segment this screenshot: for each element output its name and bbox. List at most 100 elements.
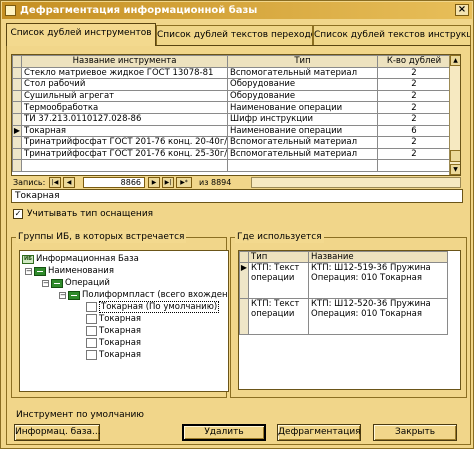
collapse-box-icon[interactable]: −	[25, 268, 32, 275]
tab-tool-duplicates[interactable]: Список дублей инструментов	[6, 23, 156, 46]
cell-type[interactable]: Оборудование	[227, 89, 378, 103]
tree-node-label: Токарная	[99, 350, 142, 360]
usage-row[interactable]: КТП: Текст операции КТП: Ш12-520-36 Пружи…	[239, 298, 448, 335]
prev-record-icon[interactable]: ◀	[63, 177, 75, 188]
cell-name[interactable]: Токарная	[21, 124, 228, 138]
item-icon	[86, 314, 97, 324]
usage-panel-title: Где используется	[235, 231, 324, 243]
cell-count[interactable]: 2	[377, 136, 451, 149]
row-selector[interactable]	[12, 89, 22, 103]
cell-count[interactable]: 2	[377, 101, 451, 114]
row-selector[interactable]	[12, 101, 22, 114]
table-row-current[interactable]: ▶ Токарная Наименование операции 6	[12, 124, 451, 138]
table-row[interactable]: Тринатрийфосфат ГОСТ 201-76 конц. 20-40г…	[12, 136, 451, 149]
cell-type[interactable]: Вспомогательный материал	[227, 66, 378, 80]
usage-name-cell[interactable]: КТП: Ш12-520-36 Пружина Операция: 010 То…	[308, 298, 448, 335]
cell-type[interactable]: Вспомогательный материал	[227, 136, 378, 149]
cell-name[interactable]: Тринатрийфосфат ГОСТ 201-76 конц. 25-30г…	[21, 147, 228, 161]
column-header-type[interactable]: Тип	[227, 55, 378, 68]
column-header-usage-name[interactable]: Название	[308, 251, 448, 263]
cell-count[interactable]: 2	[377, 78, 451, 91]
cell-name[interactable]: Тринатрийфосфат ГОСТ 201-76 конц. 20-40г…	[21, 136, 228, 149]
table-row[interactable]	[12, 159, 451, 172]
tree-node-polyformplast[interactable]: − Полиформпласт (всего вхождений	[59, 290, 228, 301]
cell-type[interactable]: Наименование операции	[227, 124, 378, 138]
tree-node-item[interactable]: Токарная (По умолчанию)	[86, 301, 220, 313]
row-selector[interactable]	[12, 66, 22, 80]
close-button[interactable]: Закрыть	[373, 424, 457, 441]
delete-button[interactable]: Удалить	[182, 424, 266, 441]
current-row-marker[interactable]: ▶	[239, 262, 249, 299]
tab-instruction-text-duplicates[interactable]: Список дублей текстов инструкций	[313, 25, 471, 45]
cell-type[interactable]: Наименование операции	[227, 101, 378, 114]
table-row[interactable]: Тринатрийфосфат ГОСТ 201-76 конц. 25-30г…	[12, 147, 451, 161]
tree-node-item[interactable]: Токарная	[86, 326, 141, 337]
row-selector[interactable]	[12, 78, 22, 91]
cell-count[interactable]: 6	[377, 124, 451, 138]
first-record-icon[interactable]: |◀	[49, 177, 61, 188]
row-selector[interactable]	[12, 147, 22, 161]
usage-type-cell[interactable]: КТП: Текст операции	[248, 298, 309, 335]
table-row[interactable]: Термообработка Наименование операции 2	[12, 101, 451, 114]
collapse-box-icon[interactable]: −	[59, 292, 66, 299]
row-selector[interactable]	[239, 298, 249, 335]
scroll-down-arrow-icon[interactable]: ▼	[450, 164, 460, 175]
table-row[interactable]: Сушильный агрегат Оборудование 2	[12, 89, 451, 103]
scroll-up-arrow-icon[interactable]: ▲	[450, 55, 460, 66]
tree-node-operations[interactable]: − Операций	[42, 278, 110, 289]
tree-node-item[interactable]: Токарная	[86, 350, 141, 361]
collapse-box-icon[interactable]: −	[42, 280, 49, 287]
current-record-field[interactable]: 8866	[83, 177, 145, 188]
groups-panel-title: Группы ИБ, в которых встречается	[16, 231, 187, 243]
cell-name[interactable]: ТИ 37.213.0110127.028-86	[21, 112, 228, 126]
column-header-name[interactable]: Название инструмента	[21, 55, 228, 68]
cell-count[interactable]	[377, 159, 451, 172]
row-selector[interactable]	[12, 159, 22, 172]
tool-name-field[interactable]: Токарная	[11, 189, 463, 203]
cell-count[interactable]: 2	[377, 147, 451, 161]
tree-node-item[interactable]: Токарная	[86, 338, 141, 349]
row-selector[interactable]	[12, 136, 22, 149]
usage-name-cell[interactable]: КТП: Ш12-519-36 Пружина Операция: 010 То…	[308, 262, 448, 299]
new-record-icon[interactable]: ▶*	[176, 177, 192, 188]
cell-type[interactable]: Вспомогательный материал	[227, 147, 378, 161]
tab-transition-text-duplicates[interactable]: Список дублей текстов переходов	[156, 25, 313, 45]
consider-type-option[interactable]: ✓ Учитывать тип оснащения	[13, 208, 153, 220]
row-selector[interactable]	[12, 112, 22, 126]
tree-node-item[interactable]: Токарная	[86, 314, 141, 325]
duplicates-grid[interactable]: Название инструмента Тип К-во дублей Сте…	[11, 54, 461, 176]
table-row[interactable]: Стол рабочий Оборудование 2	[12, 78, 451, 91]
info-base-button[interactable]: Информац. база...	[14, 424, 101, 441]
cell-name[interactable]: Стол рабочий	[21, 78, 228, 91]
usage-type-cell[interactable]: КТП: Текст операции	[248, 262, 309, 299]
scroll-thumb[interactable]	[450, 150, 460, 162]
usage-row[interactable]: ▶ КТП: Текст операции КТП: Ш12-519-36 Пруж…	[239, 262, 448, 299]
consider-type-checkbox[interactable]: ✓	[13, 209, 23, 219]
cell-type[interactable]	[227, 159, 378, 172]
cell-name[interactable]: Сушильный агрегат	[21, 89, 228, 103]
grid-horizontal-scrollbar[interactable]	[251, 177, 461, 188]
column-header-usage-type[interactable]: Тип	[248, 251, 309, 263]
cell-count[interactable]: 2	[377, 89, 451, 103]
usage-grid[interactable]: Тип Название ▶ КТП: Текст операции КТП: Ш1…	[238, 250, 461, 390]
table-row[interactable]: Стекло матриевое жидкое ГОСТ 13078-81 Всп…	[12, 66, 451, 80]
cell-name[interactable]: Термообработка	[21, 101, 228, 114]
grid-vertical-scrollbar[interactable]: ▲ ▼	[449, 55, 460, 175]
cell-name[interactable]: Стекло матриевое жидкое ГОСТ 13078-81	[21, 66, 228, 80]
cell-type[interactable]: Шифр инструкции	[227, 112, 378, 126]
cell-type[interactable]: Оборудование	[227, 78, 378, 91]
next-record-icon[interactable]: ▶	[148, 177, 160, 188]
row-selector-header	[12, 55, 22, 68]
defragment-button[interactable]: Дефрагментация	[277, 424, 361, 441]
close-window-button[interactable]: ×	[455, 4, 469, 16]
tree-node-root[interactable]: ИБ Информационная База	[22, 254, 139, 265]
cell-name[interactable]	[21, 159, 228, 172]
tree-node-names[interactable]: − Наименования	[25, 266, 114, 277]
column-header-count[interactable]: К-во дублей	[377, 55, 451, 68]
last-record-icon[interactable]: ▶|	[162, 177, 174, 188]
cell-count[interactable]: 2	[377, 66, 451, 80]
current-row-marker[interactable]: ▶	[12, 124, 22, 138]
groups-tree[interactable]: ИБ Информационная База − Наименования − Опе…	[19, 250, 229, 392]
cell-count[interactable]: 2	[377, 112, 451, 126]
table-row[interactable]: ТИ 37.213.0110127.028-86 Шифр инструкции 2	[12, 112, 451, 126]
